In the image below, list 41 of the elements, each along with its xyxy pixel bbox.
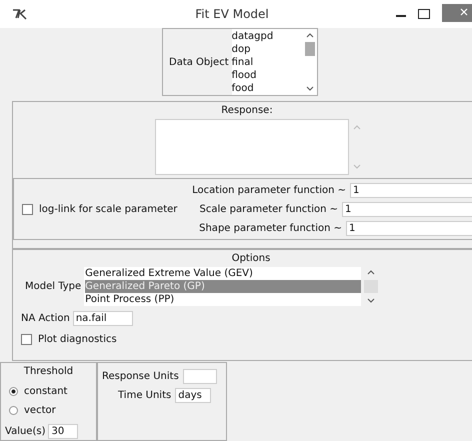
log-link-checkbox[interactable]: log-link for scale parameter <box>22 204 178 214</box>
list-item[interactable]: dop <box>232 43 303 56</box>
response-units-label: Response Units <box>102 371 179 382</box>
radio-button[interactable] <box>9 406 18 415</box>
maximize-icon[interactable] <box>418 9 430 19</box>
list-item[interactable]: final <box>232 56 303 69</box>
radio-label: vector <box>24 405 56 416</box>
list-item[interactable]: flood <box>232 69 303 82</box>
feather-icon <box>12 8 28 20</box>
parameter-field[interactable]: 1 <box>350 182 472 198</box>
plot-diagnostics-checkbox[interactable]: Plot diagnostics <box>21 334 472 345</box>
parameter-field[interactable]: 1 <box>342 202 472 216</box>
value-field[interactable]: 30 <box>48 424 78 439</box>
options-title: Options <box>230 252 272 266</box>
list-item[interactable]: Generalized Extreme Value (GEV) <box>85 267 362 280</box>
window-title: Fit EV Model <box>194 7 270 21</box>
list-item[interactable]: Point Process (PP) <box>85 293 362 306</box>
parameter-label: Shape parameter function ~ <box>199 222 342 234</box>
close-icon[interactable] <box>442 4 472 22</box>
parameter-label: Location parameter function ~ <box>192 184 346 196</box>
response-units-field[interactable] <box>182 369 217 384</box>
radio-label: constant <box>24 386 68 397</box>
parameter-label: Scale parameter function ~ <box>200 204 338 214</box>
na-action-field[interactable]: na.fail <box>72 311 133 326</box>
list-item[interactable]: food <box>232 82 303 95</box>
data-object-label: Data Object <box>169 56 229 68</box>
scroll-down-icon[interactable] <box>367 298 376 304</box>
time-units-field[interactable]: days <box>175 388 212 403</box>
scroll-down-icon[interactable] <box>306 86 314 92</box>
response-label: Response: <box>220 104 274 118</box>
value-label: Value(s) <box>5 426 46 437</box>
parameter-field[interactable]: 1 <box>346 220 472 236</box>
scroll-thumb[interactable] <box>305 42 315 56</box>
na-action-label: NA Action <box>21 313 70 324</box>
radio-button[interactable] <box>9 387 18 396</box>
list-item[interactable]: datagpd <box>232 30 303 43</box>
scroll-up-icon[interactable] <box>306 32 314 38</box>
threshold-title: Threshold <box>22 365 74 379</box>
scroll-up-icon[interactable] <box>367 269 376 275</box>
time-units-label: Time Units <box>118 390 172 401</box>
model-type-label: Model Type <box>25 281 82 292</box>
